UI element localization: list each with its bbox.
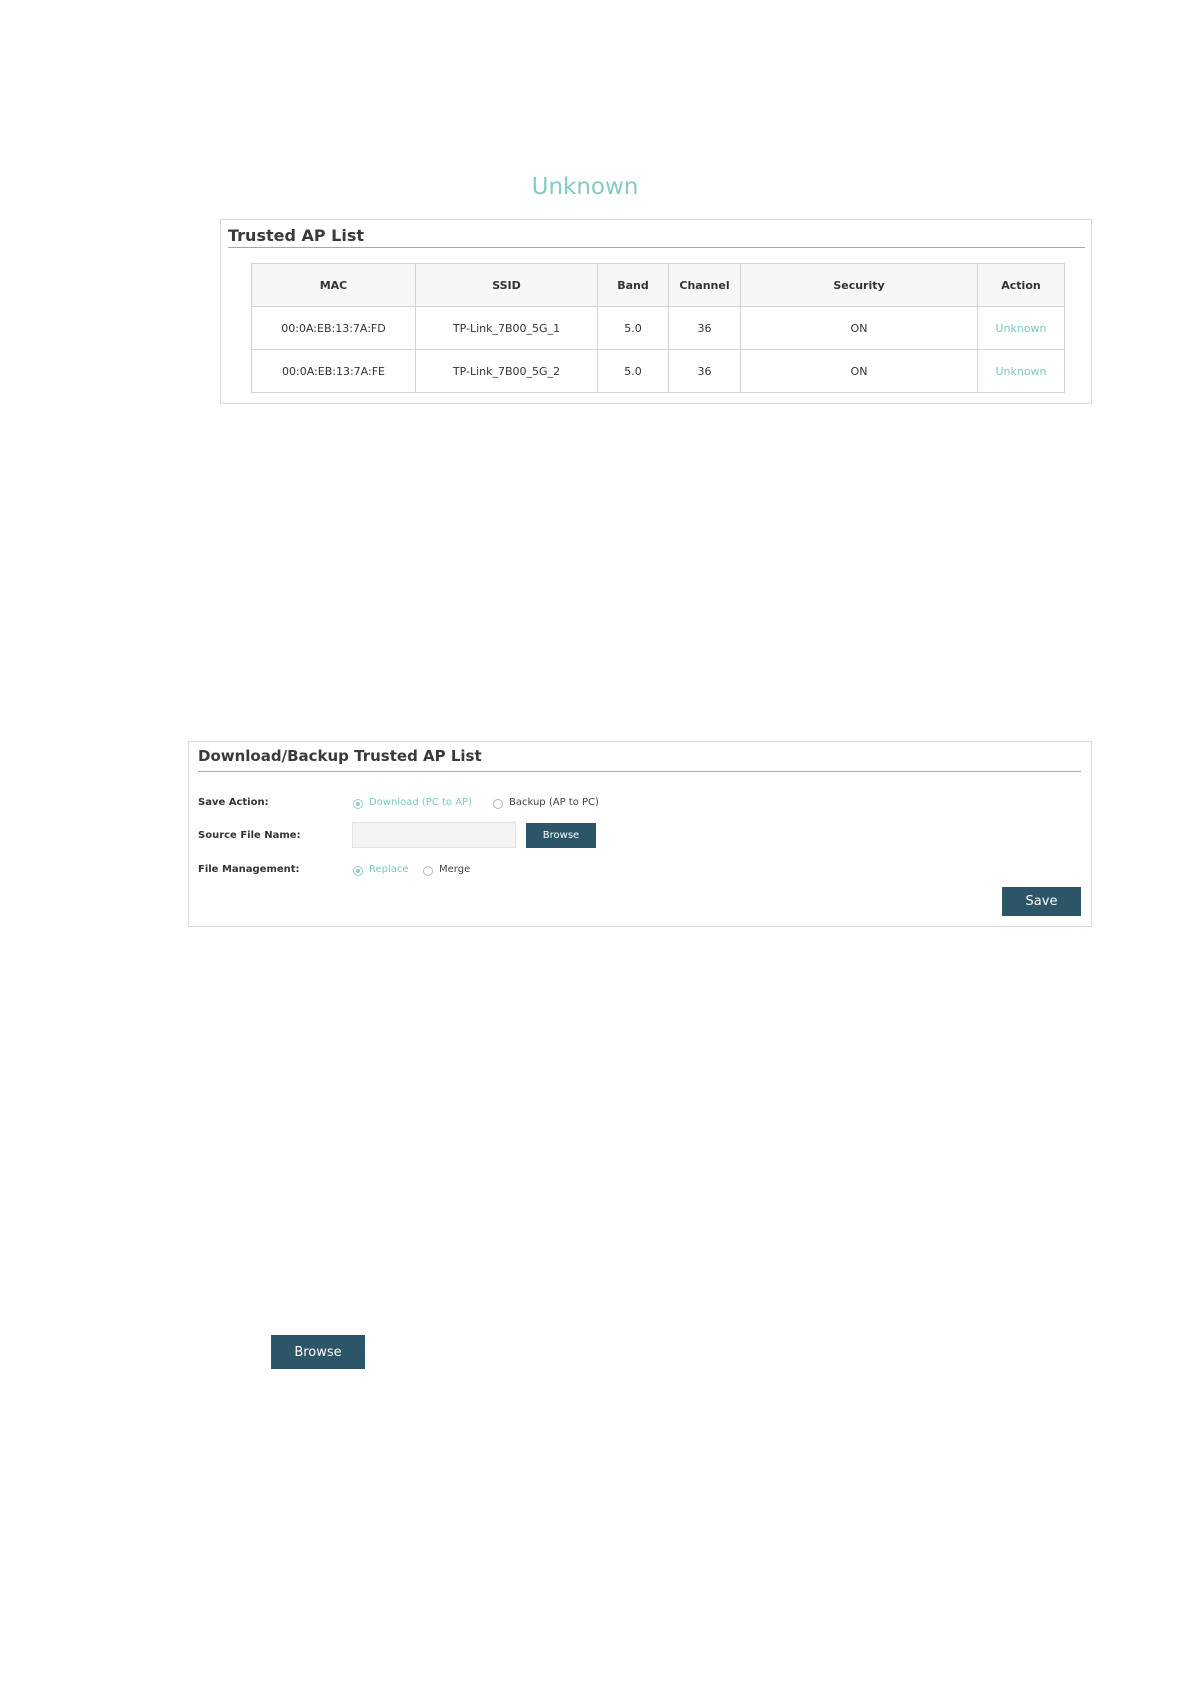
- column-header-action: Action: [977, 263, 1065, 307]
- cell-channel: 36: [668, 306, 741, 350]
- cell-mac: 00:0A:EB:13:7A:FD: [251, 306, 416, 350]
- cell-action: Unknown: [977, 349, 1065, 393]
- panel-title: Trusted AP List: [228, 226, 365, 245]
- cell-mac: 00:0A:EB:13:7A:FE: [251, 349, 416, 393]
- source-file-input[interactable]: [352, 822, 516, 848]
- action-link[interactable]: Unknown: [995, 322, 1046, 335]
- cell-channel: 36: [668, 349, 741, 393]
- merge-radio[interactable]: [423, 866, 433, 876]
- column-header-channel: Channel: [668, 263, 741, 307]
- unknown-link[interactable]: Unknown: [500, 174, 670, 200]
- save-button[interactable]: Save: [1002, 887, 1081, 916]
- backup-radio-label[interactable]: Backup (AP to PC): [509, 797, 599, 808]
- download-radio-label[interactable]: Download (PC to AP): [369, 797, 472, 808]
- cell-ssid: TP-Link_7B00_5G_1: [415, 306, 598, 350]
- column-header-band: Band: [597, 263, 669, 307]
- merge-radio-label[interactable]: Merge: [439, 864, 470, 875]
- title-divider: [228, 247, 1085, 248]
- column-header-ssid: SSID: [415, 263, 598, 307]
- action-link[interactable]: Unknown: [995, 365, 1046, 378]
- panel-title: Download/Backup Trusted AP List: [198, 747, 482, 765]
- column-header-security: Security: [740, 263, 978, 307]
- download-backup-panel: Download/Backup Trusted AP List Save Act…: [188, 741, 1092, 927]
- title-divider: [198, 771, 1081, 772]
- cell-action: Unknown: [977, 306, 1065, 350]
- file-management-label: File Management:: [198, 864, 300, 875]
- replace-radio-label[interactable]: Replace: [369, 864, 409, 875]
- save-action-label: Save Action:: [198, 797, 269, 808]
- download-radio[interactable]: [353, 799, 363, 809]
- trusted-ap-list-panel: Trusted AP List MAC SSID Band Channel Se…: [220, 219, 1092, 404]
- cell-security: ON: [740, 306, 978, 350]
- trusted-ap-table: MAC SSID Band Channel Security Action 00…: [251, 263, 1065, 393]
- column-header-mac: MAC: [251, 263, 416, 307]
- table-row: 00:0A:EB:13:7A:FD TP-Link_7B00_5G_1 5.0 …: [251, 306, 1065, 350]
- cell-band: 5.0: [597, 306, 669, 350]
- cell-ssid: TP-Link_7B00_5G_2: [415, 349, 598, 393]
- cell-security: ON: [740, 349, 978, 393]
- cell-band: 5.0: [597, 349, 669, 393]
- table-header-row: MAC SSID Band Channel Security Action: [251, 263, 1065, 307]
- replace-radio[interactable]: [353, 866, 363, 876]
- source-file-label: Source File Name:: [198, 830, 301, 841]
- browse-button-standalone[interactable]: Browse: [271, 1335, 365, 1369]
- browse-button[interactable]: Browse: [526, 823, 596, 848]
- backup-radio[interactable]: [493, 799, 503, 809]
- table-row: 00:0A:EB:13:7A:FE TP-Link_7B00_5G_2 5.0 …: [251, 349, 1065, 393]
